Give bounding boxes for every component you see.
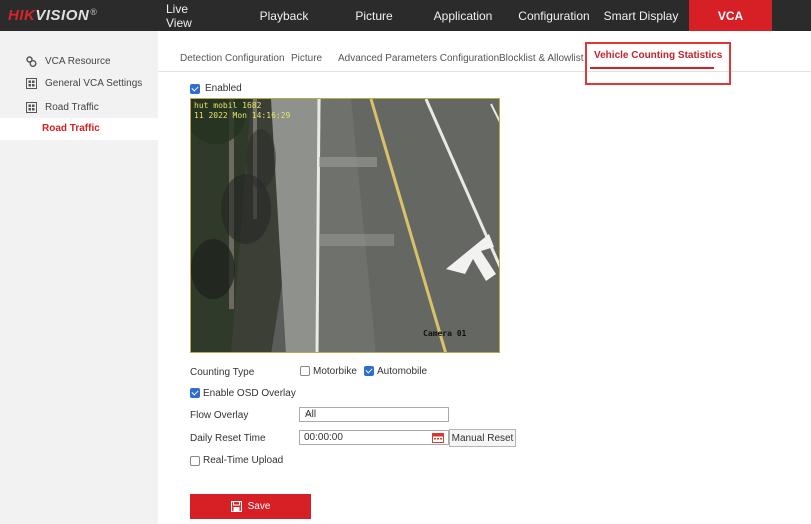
nav-application[interactable]: Application (430, 0, 496, 31)
flow-overlay-label: Flow Overlay (190, 410, 249, 421)
sidebar-item-label: Road Traffic (45, 101, 99, 113)
tab-detection-configuration[interactable]: Detection Configuration (180, 53, 285, 64)
sidebar-item-label: VCA Resource (45, 55, 111, 67)
chevron-down-icon: ⌵ (305, 408, 312, 418)
nav-configuration[interactable]: Configuration (516, 0, 592, 31)
highlight-annotation (585, 42, 731, 85)
manual-reset-button[interactable]: Manual Reset (449, 429, 516, 447)
sidebar-item-general-vca-settings[interactable]: General VCA Settings (0, 72, 158, 94)
nav-playback[interactable]: Playback (255, 0, 313, 31)
osd-text-line2: 11 2022 Mon 14:16:29 (194, 111, 291, 120)
nav-live-view[interactable]: Live View (166, 0, 216, 31)
daily-reset-time-input[interactable] (299, 430, 449, 445)
enabled-label: Enabled (205, 83, 242, 94)
calendar-icon[interactable] (432, 432, 444, 443)
live-video-preview[interactable]: hut mobil 1682 11 2022 Mon 14:16:29 Came… (190, 98, 500, 353)
sidebar-subitem-road-traffic[interactable]: Road Traffic (0, 118, 158, 140)
sidebar-item-label: General VCA Settings (45, 77, 143, 89)
grid-icon (26, 77, 37, 89)
sidebar-item-vca-resource[interactable]: VCA Resource (0, 50, 158, 72)
motorbike-checkbox[interactable] (300, 366, 310, 376)
realtime-upload-checkbox[interactable] (190, 456, 200, 466)
tab-blocklist-allowlist[interactable]: Blocklist & Allowlist (499, 53, 583, 64)
motorbike-label: Motorbike (313, 366, 357, 377)
counting-type-label: Counting Type (190, 367, 255, 378)
nav-vca[interactable]: VCA (689, 0, 772, 31)
save-icon (230, 501, 242, 512)
sidebar-item-road-traffic[interactable]: Road Traffic (0, 96, 158, 118)
osd-overlay-label: Enable OSD Overlay (203, 388, 296, 399)
flow-overlay-select[interactable]: All ⌵ (299, 407, 449, 422)
automobile-checkbox[interactable] (364, 366, 374, 376)
osd-text-line1: hut mobil 1682 (194, 101, 262, 110)
tab-advanced-parameters[interactable]: Advanced Parameters Configuration (338, 53, 499, 64)
save-button[interactable]: Save (190, 494, 311, 519)
road-scene-image (191, 99, 499, 352)
osd-overlay-checkbox[interactable] (190, 388, 200, 398)
camera-label: Camera 01 (423, 329, 467, 338)
tab-picture[interactable]: Picture (291, 53, 322, 64)
nav-picture[interactable]: Picture (348, 0, 400, 31)
grid-icon (26, 101, 37, 113)
sidebar: VCA Resource General VCA Settings Road T… (0, 31, 158, 524)
vca-resource-icon (26, 55, 37, 67)
hikvision-logo: HIKVISION® (8, 7, 98, 24)
nav-smart-display[interactable]: Smart Display (602, 0, 680, 31)
realtime-upload-label: Real-Time Upload (203, 455, 284, 466)
daily-reset-label: Daily Reset Time (190, 433, 266, 444)
top-navigation-bar: HIKVISION® Live View Playback Picture Ap… (0, 0, 811, 31)
enabled-checkbox[interactable] (190, 84, 200, 94)
automobile-label: Automobile (377, 366, 428, 377)
